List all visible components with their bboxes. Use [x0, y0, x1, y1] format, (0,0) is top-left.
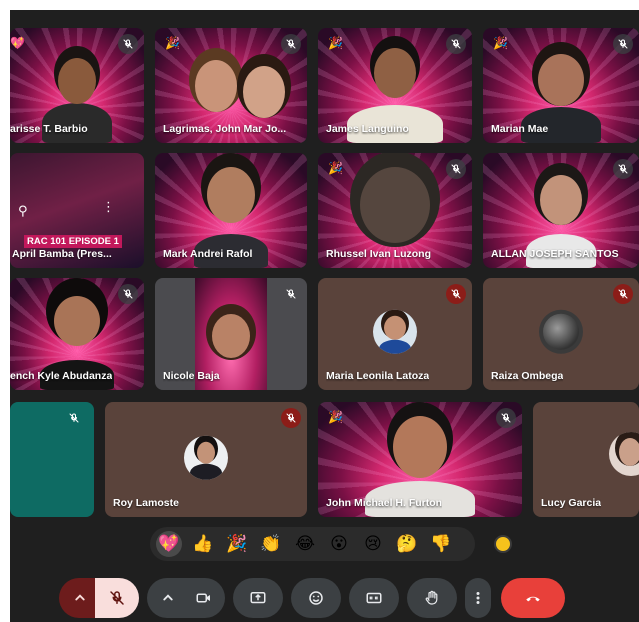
participant-name: April Bamba (Pres...	[12, 248, 112, 260]
participant-tile[interactable]: Roy Lamoste	[105, 402, 307, 517]
avatar	[184, 435, 228, 480]
party-reaction-icon: 🎉	[328, 36, 343, 50]
mic-off-icon	[613, 159, 633, 179]
participant-tile[interactable]: 🎉 James Languino	[318, 28, 472, 143]
reaction-thumbs-up-button[interactable]: 👍	[190, 531, 216, 557]
participant-name: Raiza Ombega	[491, 370, 564, 382]
participant-name: John Michael H. Furton	[326, 497, 443, 509]
participant-tile[interactable]: 🎉 Rhussel Ivan Luzong	[318, 153, 472, 268]
participant-face	[538, 54, 584, 106]
participant-name: Nicole Baja	[163, 370, 220, 382]
participant-face	[540, 175, 582, 225]
participant-name: Maria Leonila Latoza	[326, 370, 430, 382]
participant-face	[212, 314, 250, 358]
present-screen-icon	[250, 592, 266, 604]
camera-icon	[196, 593, 210, 603]
presentation-slide-title: RAC 101 EPISODE 1	[24, 235, 122, 248]
participant-tile[interactable]: Maria Leonila Latoza	[318, 278, 472, 390]
mic-off-icon	[613, 284, 633, 304]
participant-tile[interactable]: 🎉 Marian Mae	[483, 28, 639, 143]
participant-tile[interactable]: Lucy Garcia	[533, 402, 639, 517]
participant-name: Lucy Garcia	[541, 497, 602, 509]
participant-face	[374, 48, 416, 98]
more-options-icon[interactable]: ⋮	[102, 199, 115, 215]
microphone-button[interactable]	[95, 578, 139, 618]
participant-name: Rhussel Ivan Luzong	[326, 248, 432, 260]
participant-name: arisse T. Barbio	[10, 123, 88, 135]
mic-off-icon	[118, 284, 138, 304]
party-reaction-icon: 🎉	[493, 36, 508, 50]
participant-face	[207, 167, 255, 223]
mic-off-icon	[110, 591, 124, 605]
participant-name: Marian Mae	[491, 123, 549, 135]
mic-off-icon	[613, 34, 633, 54]
pin-icon[interactable]: ⚲	[18, 203, 28, 219]
reaction-heart-button[interactable]: 💖	[156, 531, 182, 557]
present-screen-button[interactable]	[233, 578, 283, 618]
participant-face	[393, 416, 447, 478]
reaction-party-button[interactable]: 🎉	[224, 531, 250, 557]
chevron-up-icon	[75, 594, 85, 601]
raise-hand-button[interactable]	[407, 578, 457, 618]
raise-hand-icon	[425, 590, 438, 605]
end-call-icon	[526, 596, 540, 602]
emoji-icon	[309, 591, 323, 605]
chevron-up-icon	[163, 594, 173, 601]
mic-off-icon	[446, 159, 466, 179]
participant-name: ench Kyle Abudanza	[10, 370, 113, 382]
leave-call-button[interactable]	[501, 578, 565, 618]
avatar	[373, 309, 417, 354]
participant-tile[interactable]: 💖 arisse T. Barbio	[10, 28, 144, 143]
participant-tile[interactable]: Raiza Ombega	[483, 278, 639, 390]
participant-name: Roy Lamoste	[113, 497, 179, 509]
mic-off-icon	[64, 408, 84, 428]
skin-tone-button[interactable]	[494, 535, 512, 553]
participant-name: Mark Andrei Rafol	[163, 248, 253, 260]
mic-off-icon	[118, 34, 138, 54]
participant-face	[194, 60, 237, 112]
party-reaction-icon: 🎉	[328, 161, 343, 175]
mic-off-icon	[496, 408, 516, 428]
participant-tile[interactable]: Mark Andrei Rafol	[155, 153, 307, 268]
participant-tile[interactable]: ench Kyle Abudanza	[10, 278, 144, 390]
reaction-thumbs-down-button[interactable]: 👎	[428, 531, 454, 557]
participant-name: ALLAN JOSEPH SANTOS	[491, 248, 619, 260]
participant-name: Lagrimas, John Mar Jo...	[163, 123, 287, 135]
reaction-bar: 💖 👍 🎉 👏 😂 😮 😢 🤔 👎	[150, 527, 475, 561]
mic-off-icon	[281, 284, 301, 304]
avatar	[539, 309, 583, 354]
emoji-button[interactable]	[291, 578, 341, 618]
participant-tile[interactable]: ALLAN JOSEPH SANTOS	[483, 153, 639, 268]
participant-face	[58, 58, 96, 104]
captions-button[interactable]	[349, 578, 399, 618]
party-reaction-icon: 🎉	[328, 410, 343, 424]
mic-off-icon	[281, 408, 301, 428]
participant-tile[interactable]: 🎉 Lagrimas, John Mar Jo...	[155, 28, 307, 143]
reaction-surprised-button[interactable]: 😮	[326, 531, 352, 557]
reaction-thinking-button[interactable]: 🤔	[394, 531, 420, 557]
heart-reaction-icon: 💖	[10, 36, 25, 50]
participant-name: James Languino	[326, 123, 409, 135]
more-vert-icon	[476, 592, 480, 604]
mic-off-icon	[281, 34, 301, 54]
participant-tile[interactable]: 🎉 John Michael H. Furton	[318, 402, 522, 517]
participant-face	[54, 296, 100, 346]
reaction-clap-button[interactable]: 👏	[258, 531, 284, 557]
avatar	[609, 432, 639, 476]
mic-off-icon	[446, 284, 466, 304]
mic-off-icon	[446, 34, 466, 54]
participant-tile[interactable]: Nicole Baja	[155, 278, 307, 390]
camera-button[interactable]	[183, 578, 225, 618]
captions-icon	[366, 592, 382, 604]
party-reaction-icon: 🎉	[165, 36, 180, 50]
reaction-laugh-button[interactable]: 😂	[292, 531, 318, 557]
more-options-button[interactable]	[465, 578, 491, 618]
reaction-sad-button[interactable]: 😢	[360, 531, 386, 557]
presentation-tile[interactable]: ⚲ RAC 101 EPISODE 1 ⋮ April Bamba (Pres.…	[10, 153, 144, 268]
participant-face	[243, 66, 286, 118]
participant-tile[interactable]	[10, 402, 94, 517]
participant-face	[360, 167, 430, 243]
